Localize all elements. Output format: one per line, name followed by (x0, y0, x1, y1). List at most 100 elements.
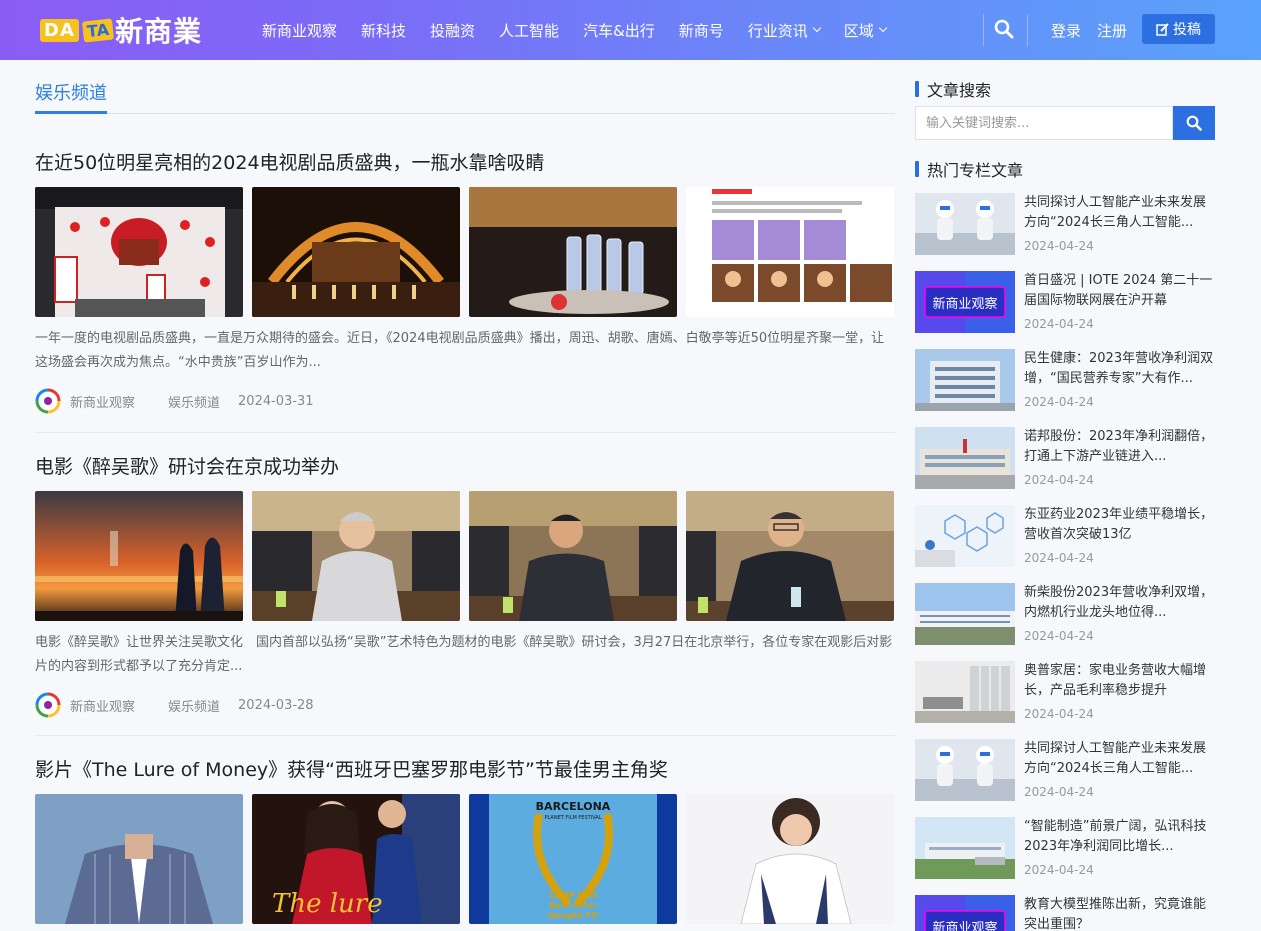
article-thumbnail[interactable] (35, 491, 243, 621)
article-thumbnail[interactable] (35, 187, 243, 317)
hot-article-date: 2024-04-24 (1024, 395, 1094, 409)
article-thumbnail[interactable] (469, 187, 677, 317)
nav-item-region[interactable]: 区域 (844, 20, 888, 41)
hot-article-thumbnail[interactable] (915, 505, 1015, 567)
hot-article-thumbnail[interactable] (915, 739, 1015, 801)
channel-active-underline (35, 111, 107, 114)
nav-label: 新商号 (678, 21, 724, 40)
hot-article-thumbnail[interactable]: 新商业观察 (915, 271, 1015, 333)
nav-item-auto[interactable]: 汽车&出行 (583, 20, 655, 41)
search-icon[interactable] (994, 19, 1016, 41)
hot-article-item[interactable]: 新商业观察 首日盛况 | IOTE 2024 第二十一届国际物联网展在沪开幕 202… (915, 271, 1215, 335)
hot-article-date: 2024-04-24 (1024, 473, 1094, 487)
poster-festival: PLANET FILM FESTIVAL (545, 815, 602, 821)
poster-title-text: The lure (272, 889, 383, 919)
hot-article-title[interactable]: 共同探讨人工智能产业未来发展方向“2024长三角人工智能... (1024, 739, 1216, 779)
article-thumbnail[interactable] (252, 491, 460, 621)
hot-article-item[interactable]: 共同探讨人工智能产业未来发展方向“2024长三角人工智能... 2024-04-2… (915, 193, 1215, 257)
hot-article-thumbnail[interactable] (915, 583, 1015, 645)
hot-article-title[interactable]: 教育大模型推陈出新，究竟谁能突出重围？ (1024, 895, 1216, 931)
hot-article-thumbnail[interactable]: 新商业观察 (915, 895, 1015, 931)
hot-article-thumbnail[interactable] (915, 349, 1015, 411)
hot-article-item[interactable]: 共同探讨人工智能产业未来发展方向“2024长三角人工智能... 2024-04-2… (915, 739, 1215, 803)
hot-article-thumbnail[interactable] (915, 661, 1015, 723)
nav-label: 行业资讯 (747, 21, 808, 40)
article-channel[interactable]: 娱乐频道 (168, 696, 220, 715)
article-thumbnail[interactable] (686, 491, 894, 621)
article-title[interactable]: 在近50位明星亮相的2024电视剧品质盛典，一瓶水靠啥吸睛 (35, 150, 895, 176)
nav-item-ai[interactable]: 人工智能 (499, 20, 559, 41)
hot-article-thumbnail[interactable] (915, 427, 1015, 489)
hot-article-item[interactable]: 民生健康：2023年营收净利润双增，“国民营养专家”大有作... 2024-04-… (915, 349, 1215, 413)
nav-label: 投融资 (430, 21, 476, 40)
article-thumbnail[interactable] (686, 794, 894, 924)
article-thumbnails (35, 187, 895, 317)
hot-article-title[interactable]: 诺邦股份：2023年净利润翻倍，打通上下游产业链进入... (1024, 427, 1216, 467)
heading-accent-bar (915, 161, 919, 177)
hot-article-title[interactable]: 民生健康：2023年营收净利润双增，“国民营养专家”大有作... (1024, 349, 1216, 389)
article-thumbnail[interactable]: The lure (252, 794, 460, 924)
hot-article-title[interactable]: 首日盛况 | IOTE 2024 第二十一届国际物联网展在沪开幕 (1024, 271, 1216, 311)
channel-title: 娱乐频道 (35, 83, 107, 104)
hot-article-item[interactable]: “智能制造”前景广阔，弘讯科技2023年净利润同比增长... 2024-04-24 (915, 817, 1215, 881)
hot-article-title[interactable]: 奥普家居：家电业务营收大幅增长，产品毛利率稳步提升 (1024, 661, 1216, 701)
article-thumbnails: The lure BARCELONA PLANET FILM FESTIVAL … (35, 794, 895, 924)
article-thumbnail[interactable] (686, 187, 894, 317)
register-link[interactable]: 注册 (1097, 20, 1127, 41)
nav-item-investment[interactable]: 投融资 (430, 20, 475, 41)
article-thumbnail[interactable] (469, 491, 677, 621)
article-excerpt: 一年一度的电视剧品质盛典，一直是万众期待的盛会。近日，《2024电视剧品质盛典》… (35, 331, 885, 370)
author-avatar[interactable] (35, 388, 61, 414)
article-date: 2024-03-31 (238, 393, 314, 409)
author-name[interactable]: 新商业观察 (70, 696, 135, 715)
article-title[interactable]: 影片《The Lure of Money》获得“西班牙巴塞罗那电影节”节最佳男主… (35, 757, 895, 783)
login-link[interactable]: 登录 (1051, 20, 1081, 41)
hot-article-item[interactable]: 诺邦股份：2023年净利润翻倍，打通上下游产业链进入... 2024-04-24 (915, 427, 1215, 491)
header-divider (1027, 14, 1028, 46)
hot-article-title[interactable]: 新柴股份2023年营收净利双增，内燃机行业龙头地位得... (1024, 583, 1216, 623)
article-channel[interactable]: 娱乐频道 (168, 392, 220, 411)
article-search-input[interactable] (915, 106, 1173, 140)
nav-item-industry-news[interactable]: 行业资讯 (747, 20, 822, 41)
article-thumbnails (35, 491, 895, 621)
article-card: 影片《The Lure of Money》获得“西班牙巴塞罗那电影节”节最佳男主… (35, 757, 895, 924)
article-search-button[interactable] (1173, 106, 1215, 140)
author-avatar[interactable] (35, 692, 61, 718)
hot-article-date: 2024-04-24 (1024, 551, 1094, 565)
hot-article-thumbnail[interactable] (915, 193, 1015, 255)
hot-article-date: 2024-04-24 (1024, 239, 1094, 253)
hot-article-date: 2024-04-24 (1024, 317, 1094, 331)
article-meta: 新商业观察 娱乐频道 2024-03-28 (35, 691, 895, 719)
hot-article-item[interactable]: 奥普家居：家电业务营收大幅增长，产品毛利率稳步提升 2024-04-24 (915, 661, 1215, 725)
heading-label: 文章搜索 (927, 81, 992, 100)
nav-item-new-business[interactable]: 新商业观察 (262, 20, 337, 41)
hot-article-title[interactable]: 东亚药业2023年业绩平稳增长，营收首次突破13亿 (1024, 505, 1216, 545)
sidebar-search-heading: 文章搜索 (915, 79, 992, 100)
hot-article-date: 2024-04-24 (1024, 629, 1094, 643)
article-thumbnail[interactable] (252, 187, 460, 317)
poster-award: Best Actor (549, 901, 596, 910)
submit-article-button[interactable]: 投稿 (1142, 14, 1215, 44)
hot-article-thumbnail[interactable] (915, 817, 1015, 879)
chevron-down-icon (812, 23, 822, 33)
article-title[interactable]: 电影《醉吴歌》研讨会在京成功举办 (35, 454, 895, 480)
heading-accent-bar (915, 81, 919, 97)
site-logo[interactable]: DA TA 新商業 (40, 12, 202, 48)
nav-item-new-brand[interactable]: 新商号 (679, 20, 724, 41)
article-thumbnail[interactable]: BARCELONA PLANET FILM FESTIVAL CAMP NOU … (469, 794, 677, 924)
logo-text: 新商業 (114, 15, 202, 48)
nav-label: 新商业观察 (262, 21, 338, 40)
top-navbar: DA TA 新商業 新商业观察 新科技 投融资 人工智能 汽车&出行 新商号 行… (0, 0, 1261, 60)
article-meta: 新商业观察 娱乐频道 2024-03-31 (35, 387, 895, 415)
svg-text:新商业观察: 新商业观察 (932, 296, 997, 312)
author-name[interactable]: 新商业观察 (70, 392, 135, 411)
nav-item-new-tech[interactable]: 新科技 (361, 20, 406, 41)
hot-article-title[interactable]: “智能制造”前景广阔，弘讯科技2023年净利润同比增长... (1024, 817, 1216, 857)
header-divider (983, 14, 984, 46)
article-thumbnail[interactable] (35, 794, 243, 924)
hot-article-item[interactable]: 新柴股份2023年营收净利双增，内燃机行业龙头地位得... 2024-04-24 (915, 583, 1215, 647)
hot-article-item[interactable]: 新商业观察 教育大模型推陈出新，究竟谁能突出重围？ (915, 895, 1215, 931)
hot-article-item[interactable]: 东亚药业2023年业绩平稳增长，营收首次突破13亿 2024-04-24 (915, 505, 1215, 569)
nav-label: 汽车&出行 (583, 21, 655, 40)
hot-article-title[interactable]: 共同探讨人工智能产业未来发展方向“2024长三角人工智能... (1024, 193, 1216, 233)
